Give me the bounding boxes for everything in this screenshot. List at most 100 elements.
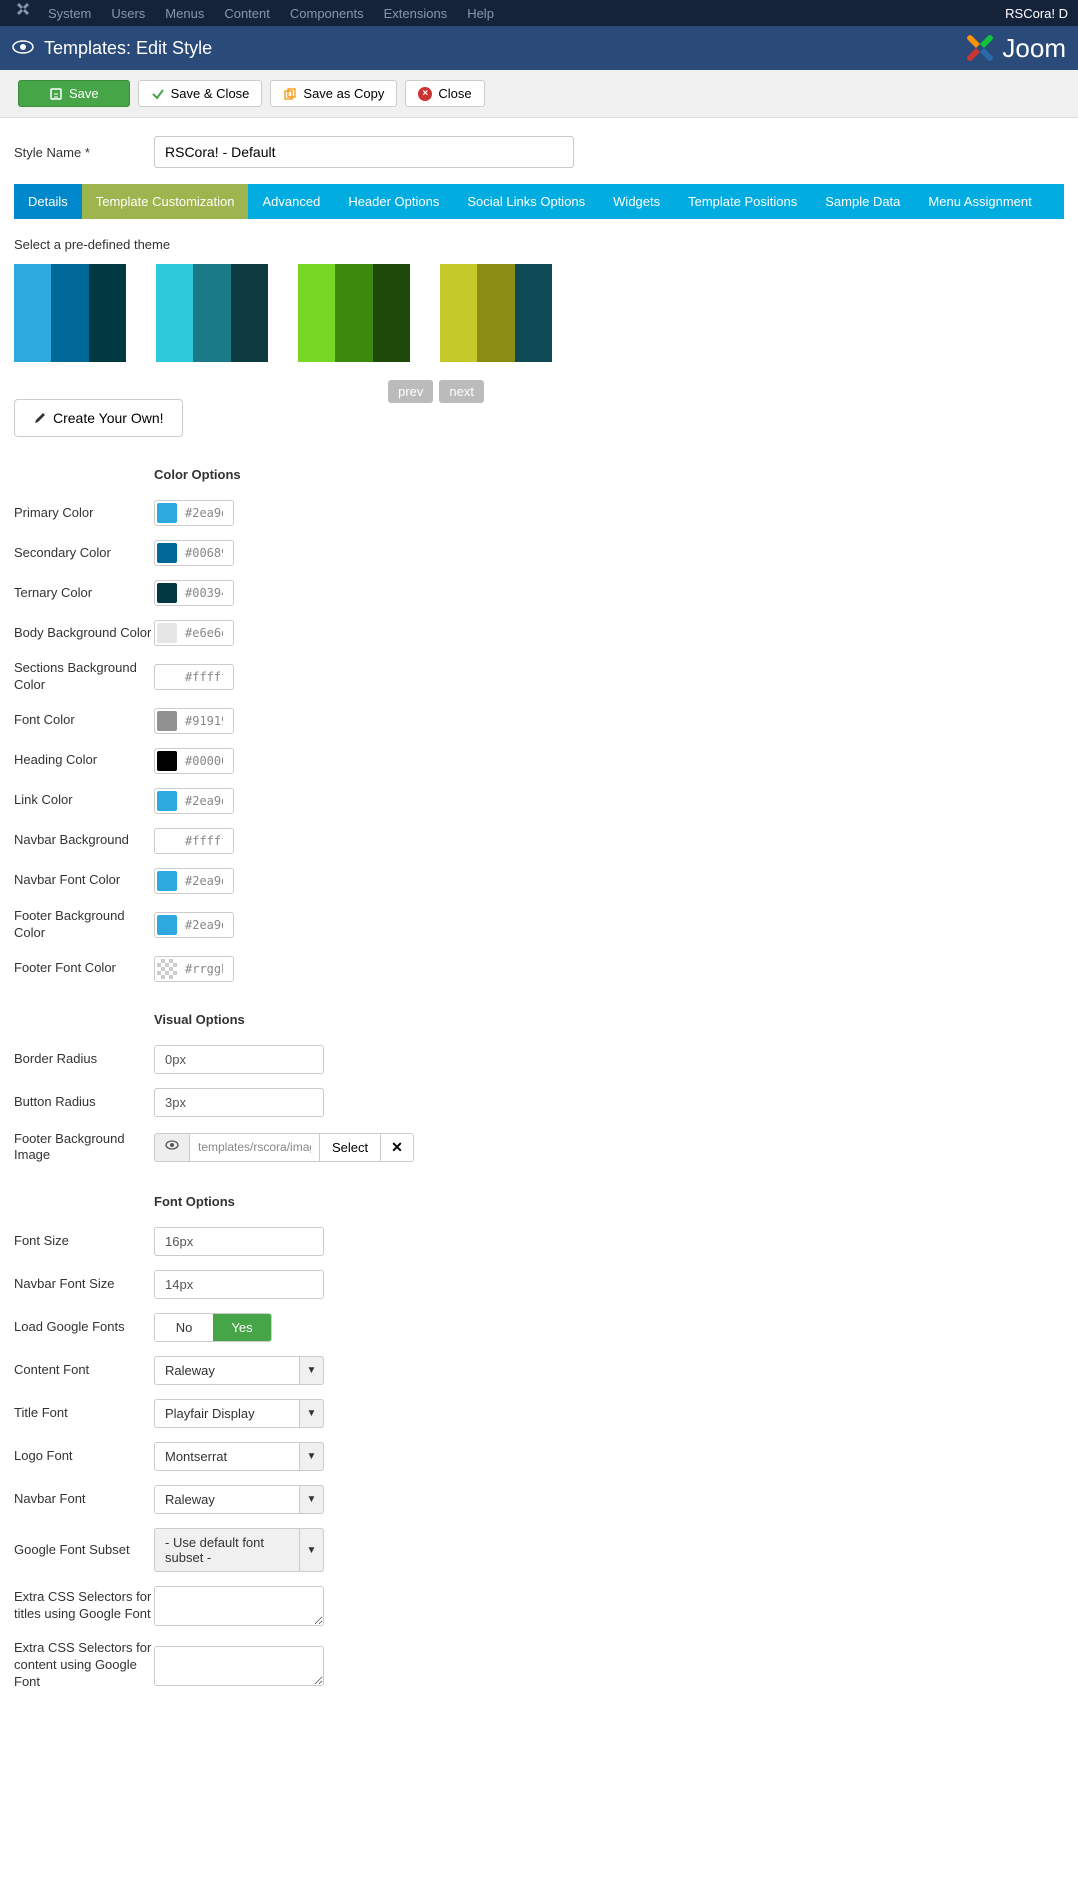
color-hex-input[interactable] — [179, 542, 229, 564]
color-swatch — [157, 623, 177, 643]
joomla-logo[interactable]: Joom — [964, 32, 1066, 64]
navbar-font-dropdown[interactable]: Raleway ▼ — [154, 1485, 324, 1514]
color-picker[interactable] — [154, 868, 234, 894]
tab-header-options[interactable]: Header Options — [334, 184, 453, 219]
color-picker[interactable] — [154, 540, 234, 566]
font-size-input[interactable] — [154, 1227, 324, 1256]
title-font-dropdown[interactable]: Playfair Display ▼ — [154, 1399, 324, 1428]
save-close-label: Save & Close — [171, 86, 250, 101]
color-hex-input[interactable] — [179, 710, 229, 732]
theme-swatch-1[interactable] — [156, 264, 268, 362]
theme-next-button[interactable]: next — [439, 380, 484, 403]
tab-sample-data[interactable]: Sample Data — [811, 184, 914, 219]
caret-icon: ▼ — [300, 1356, 324, 1385]
navbar-font-label: Navbar Font — [14, 1491, 154, 1508]
menu-help[interactable]: Help — [459, 2, 502, 25]
close-button[interactable]: × Close — [405, 80, 484, 107]
button-radius-input[interactable] — [154, 1088, 324, 1117]
color-picker[interactable] — [154, 620, 234, 646]
menu-system[interactable]: System — [40, 2, 99, 25]
save-button[interactable]: Save — [18, 80, 130, 107]
menu-extensions[interactable]: Extensions — [376, 2, 456, 25]
header-bar: Templates: Edit Style Joom — [0, 26, 1078, 70]
theme-swatch-0[interactable] — [14, 264, 126, 362]
top-site-name[interactable]: RSCora! D — [1005, 6, 1068, 21]
swatch-color — [231, 264, 268, 362]
menu-menus[interactable]: Menus — [157, 2, 212, 25]
footer-bg-image-input[interactable] — [190, 1133, 320, 1162]
color-hex-input[interactable] — [179, 958, 229, 980]
color-swatch — [157, 831, 177, 851]
color-swatch — [157, 959, 177, 979]
color-label: Navbar Font Color — [14, 872, 154, 889]
tab-social-links[interactable]: Social Links Options — [453, 184, 599, 219]
content-font-label: Content Font — [14, 1362, 154, 1379]
color-hex-input[interactable] — [179, 622, 229, 644]
main-content: Style Name Details Template Customizatio… — [0, 118, 1078, 1745]
joomla-small-icon[interactable] — [10, 2, 36, 25]
preview-icon[interactable] — [154, 1133, 190, 1162]
tab-template-customization[interactable]: Template Customization — [82, 184, 249, 219]
toolbar: Save Save & Close Save as Copy × Close — [0, 70, 1078, 118]
footer-bg-clear-button[interactable]: ✕ — [381, 1133, 414, 1162]
color-hex-input[interactable] — [179, 750, 229, 772]
swatch-color — [89, 264, 126, 362]
title-font-value: Playfair Display — [154, 1399, 300, 1428]
top-bar: System Users Menus Content Components Ex… — [0, 0, 1078, 26]
footer-bg-image-picker: Select ✕ — [154, 1133, 414, 1162]
color-hex-input[interactable] — [179, 502, 229, 524]
menu-users[interactable]: Users — [103, 2, 153, 25]
load-google-yes[interactable]: Yes — [213, 1314, 271, 1341]
theme-swatch-3[interactable] — [440, 264, 552, 362]
color-hex-input[interactable] — [179, 582, 229, 604]
content-font-dropdown[interactable]: Raleway ▼ — [154, 1356, 324, 1385]
color-picker[interactable] — [154, 788, 234, 814]
menu-content[interactable]: Content — [216, 2, 278, 25]
extra-css-content-textarea[interactable] — [154, 1646, 324, 1686]
swatch-color — [193, 264, 230, 362]
border-radius-input[interactable] — [154, 1045, 324, 1074]
color-picker[interactable] — [154, 828, 234, 854]
tab-widgets[interactable]: Widgets — [599, 184, 674, 219]
google-font-subset-dropdown[interactable]: - Use default font subset - ▼ — [154, 1528, 324, 1572]
save-copy-button[interactable]: Save as Copy — [270, 80, 397, 107]
color-hex-input[interactable] — [179, 830, 229, 852]
color-swatch — [157, 791, 177, 811]
joomla-logo-text: Joom — [1002, 33, 1066, 64]
tab-menu-assignment[interactable]: Menu Assignment — [914, 184, 1045, 219]
subset-value: - Use default font subset - — [154, 1528, 300, 1572]
color-picker[interactable] — [154, 912, 234, 938]
swatch-color — [51, 264, 88, 362]
style-name-input[interactable] — [154, 136, 574, 168]
color-swatch — [157, 543, 177, 563]
color-picker[interactable] — [154, 664, 234, 690]
caret-icon: ▼ — [300, 1528, 324, 1572]
color-hex-input[interactable] — [179, 790, 229, 812]
color-hex-input[interactable] — [179, 870, 229, 892]
menu-components[interactable]: Components — [282, 2, 372, 25]
logo-font-label: Logo Font — [14, 1448, 154, 1465]
color-picker[interactable] — [154, 708, 234, 734]
tab-details[interactable]: Details — [14, 184, 82, 219]
color-picker[interactable] — [154, 500, 234, 526]
load-google-no[interactable]: No — [155, 1314, 213, 1341]
color-picker[interactable] — [154, 580, 234, 606]
logo-font-dropdown[interactable]: Montserrat ▼ — [154, 1442, 324, 1471]
color-picker[interactable] — [154, 748, 234, 774]
color-picker[interactable] — [154, 956, 234, 982]
page-title: Templates: Edit Style — [44, 38, 212, 59]
tab-template-positions[interactable]: Template Positions — [674, 184, 811, 219]
footer-bg-select-button[interactable]: Select — [320, 1133, 381, 1162]
content-font-value: Raleway — [154, 1356, 300, 1385]
tab-advanced[interactable]: Advanced — [248, 184, 334, 219]
navbar-font-size-input[interactable] — [154, 1270, 324, 1299]
save-close-button[interactable]: Save & Close — [138, 80, 263, 107]
color-hex-input[interactable] — [179, 914, 229, 936]
theme-prev-button[interactable]: prev — [388, 380, 433, 403]
extra-css-titles-textarea[interactable] — [154, 1586, 324, 1626]
color-hex-input[interactable] — [179, 666, 229, 688]
create-your-own-button[interactable]: Create Your Own! — [14, 399, 183, 437]
theme-swatch-2[interactable] — [298, 264, 410, 362]
color-swatch — [157, 667, 177, 687]
color-label: Link Color — [14, 792, 154, 809]
